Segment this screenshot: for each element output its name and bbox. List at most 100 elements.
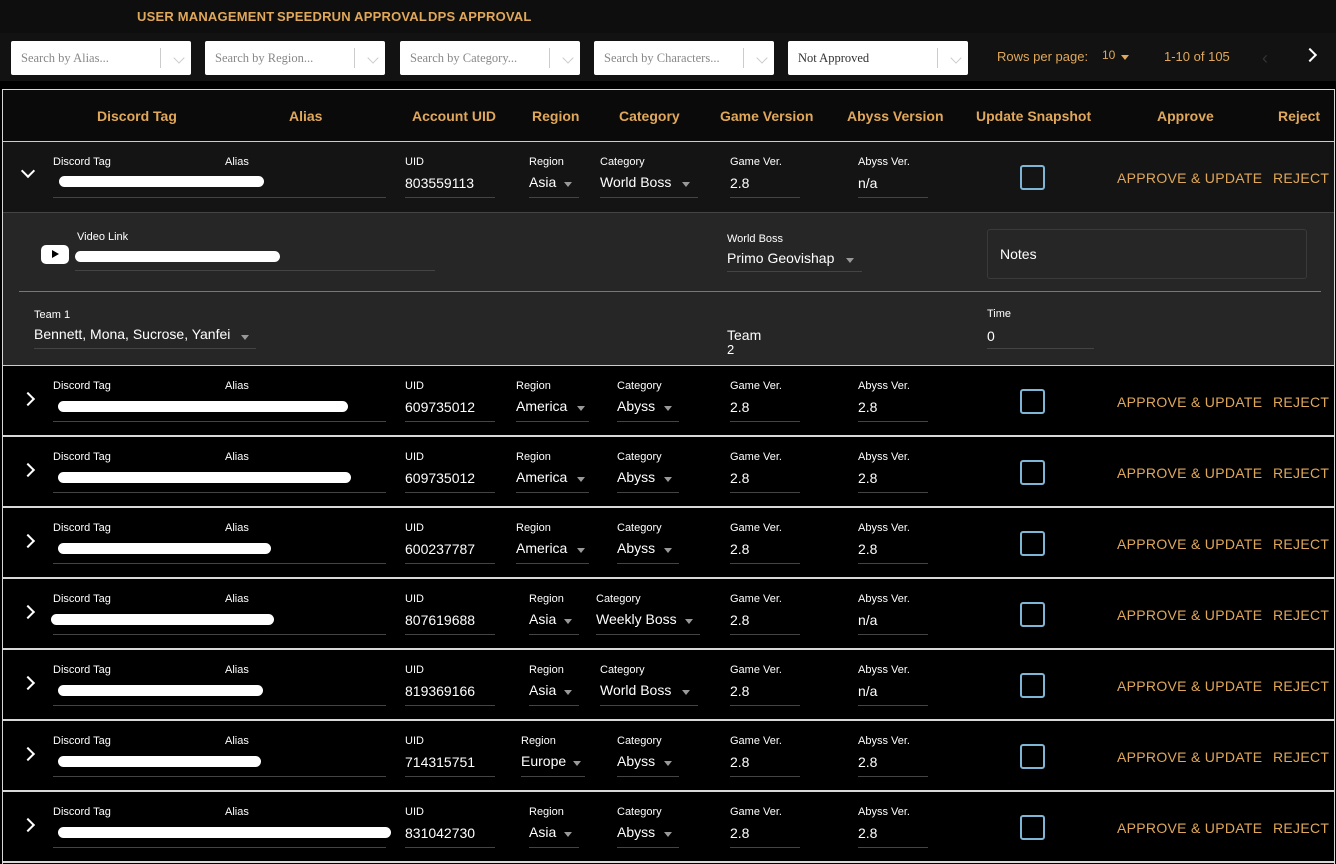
abyss-version-value[interactable]: 2.8 [858, 470, 877, 486]
chevron-down-icon[interactable] [846, 258, 854, 263]
expand-row-icon[interactable] [20, 462, 36, 478]
approve-update-button[interactable]: APPROVE & UPDATE [1117, 536, 1262, 552]
nav-dps-approval[interactable]: DPS APPROVAL [428, 9, 532, 24]
chevron-down-icon[interactable] [564, 832, 572, 837]
update-snapshot-checkbox[interactable] [1020, 673, 1045, 698]
game-version-value[interactable]: 2.8 [730, 470, 749, 486]
reject-button[interactable]: REJECT [1273, 678, 1329, 694]
region-select[interactable]: America [516, 398, 567, 414]
reject-button[interactable]: REJECT [1273, 465, 1329, 481]
update-snapshot-checkbox[interactable] [1020, 744, 1045, 769]
expand-row-icon[interactable] [20, 391, 36, 407]
chevron-down-icon[interactable] [564, 619, 572, 624]
category-select[interactable]: Abyss [617, 540, 655, 556]
category-select[interactable]: World Boss [600, 682, 671, 698]
update-snapshot-checkbox[interactable] [1020, 460, 1045, 485]
uid-value[interactable]: 609735012 [405, 399, 475, 415]
category-select[interactable]: World Boss [600, 174, 671, 190]
uid-value[interactable]: 600237787 [405, 541, 475, 557]
reject-button[interactable]: REJECT [1273, 820, 1329, 836]
uid-value[interactable]: 831042730 [405, 825, 475, 841]
abyss-version-value[interactable]: n/a [858, 612, 877, 628]
abyss-version-value[interactable]: n/a [858, 175, 877, 191]
update-snapshot-checkbox[interactable] [1020, 389, 1045, 414]
region-select[interactable]: Europe [521, 753, 566, 769]
chevron-down-icon[interactable] [564, 182, 572, 187]
reject-button[interactable]: REJECT [1273, 394, 1329, 410]
category-select[interactable]: Abyss [617, 469, 655, 485]
chevron-down-icon[interactable] [577, 548, 585, 553]
game-version-value[interactable]: 2.8 [730, 754, 749, 770]
region-select[interactable]: Asia [529, 174, 556, 190]
update-snapshot-checkbox[interactable] [1020, 815, 1045, 840]
region-filter-select[interactable]: Search by Region... [205, 41, 385, 75]
chevron-down-icon[interactable] [1121, 55, 1129, 60]
approve-update-button[interactable]: APPROVE & UPDATE [1117, 678, 1262, 694]
chevron-down-icon[interactable] [682, 182, 690, 187]
uid-value[interactable]: 609735012 [405, 470, 475, 486]
region-select[interactable]: Asia [529, 824, 556, 840]
chevron-down-icon[interactable] [682, 690, 690, 695]
update-snapshot-checkbox[interactable] [1020, 165, 1045, 190]
notes-field[interactable]: Notes [987, 229, 1307, 279]
chevron-down-icon[interactable] [573, 761, 581, 766]
chevron-down-icon[interactable] [577, 406, 585, 411]
rows-per-page-select[interactable]: 10 [1102, 48, 1115, 62]
nav-speedrun-approval[interactable]: SPEEDRUN APPROVAL [277, 9, 427, 24]
chevron-down-icon[interactable] [562, 52, 574, 64]
uid-value[interactable]: 714315751 [405, 754, 475, 770]
game-version-value[interactable]: 2.8 [730, 683, 749, 699]
chevron-down-icon[interactable] [664, 832, 672, 837]
team2-value[interactable]: 2 [727, 342, 734, 357]
region-select[interactable]: America [516, 469, 567, 485]
game-version-value[interactable]: 2.8 [730, 541, 749, 557]
expand-row-icon[interactable] [20, 746, 36, 762]
approve-update-button[interactable]: APPROVE & UPDATE [1117, 820, 1262, 836]
reject-button[interactable]: REJECT [1273, 607, 1329, 623]
chevron-down-icon[interactable] [664, 548, 672, 553]
chevron-down-icon[interactable] [577, 477, 585, 482]
chevron-down-icon[interactable] [950, 52, 962, 64]
uid-value[interactable]: 803559113 [405, 175, 474, 191]
team1-select[interactable]: Bennett, Mona, Sucrose, Yanfei [34, 326, 230, 342]
alias-filter-select[interactable]: Search by Alias... [11, 41, 191, 75]
category-select[interactable]: Abyss [617, 398, 655, 414]
abyss-version-value[interactable]: 2.8 [858, 399, 877, 415]
region-select[interactable]: Asia [529, 682, 556, 698]
chevron-down-icon[interactable] [564, 690, 572, 695]
time-value[interactable]: 0 [987, 328, 995, 344]
expand-row-icon[interactable] [20, 817, 36, 833]
expand-row-icon[interactable] [20, 675, 36, 691]
game-version-value[interactable]: 2.8 [730, 612, 749, 628]
reject-button[interactable]: REJECT [1273, 170, 1329, 186]
previous-page-icon[interactable]: ‹ [1262, 48, 1276, 68]
reject-button[interactable]: REJECT [1273, 749, 1329, 765]
region-select[interactable]: America [516, 540, 567, 556]
chevron-down-icon[interactable] [756, 52, 768, 64]
approve-update-button[interactable]: APPROVE & UPDATE [1117, 394, 1262, 410]
status-filter-select[interactable]: Not Approved [788, 41, 968, 75]
category-select[interactable]: Abyss [617, 753, 655, 769]
collapse-row-icon[interactable] [20, 163, 36, 179]
update-snapshot-checkbox[interactable] [1020, 531, 1045, 556]
game-version-value[interactable]: 2.8 [730, 825, 749, 841]
chevron-down-icon[interactable] [664, 406, 672, 411]
game-version-value[interactable]: 2.8 [730, 399, 749, 415]
category-filter-select[interactable]: Search by Category... [400, 41, 580, 75]
expand-row-icon[interactable] [20, 533, 36, 549]
characters-filter-select[interactable]: Search by Characters... [594, 41, 774, 75]
abyss-version-value[interactable]: 2.8 [858, 754, 877, 770]
category-select[interactable]: Weekly Boss [596, 611, 677, 627]
chevron-down-icon[interactable] [367, 52, 379, 64]
chevron-down-icon[interactable] [664, 761, 672, 766]
chevron-down-icon[interactable] [685, 619, 693, 624]
abyss-version-value[interactable]: 2.8 [858, 825, 877, 841]
expand-row-icon[interactable] [20, 604, 36, 620]
nav-user-management[interactable]: USER MANAGEMENT [137, 9, 274, 24]
chevron-down-icon[interactable] [664, 477, 672, 482]
reject-button[interactable]: REJECT [1273, 536, 1329, 552]
uid-value[interactable]: 819369166 [405, 683, 475, 699]
world-boss-select[interactable]: Primo Geovishap [727, 250, 834, 266]
category-select[interactable]: Abyss [617, 824, 655, 840]
update-snapshot-checkbox[interactable] [1020, 602, 1045, 627]
